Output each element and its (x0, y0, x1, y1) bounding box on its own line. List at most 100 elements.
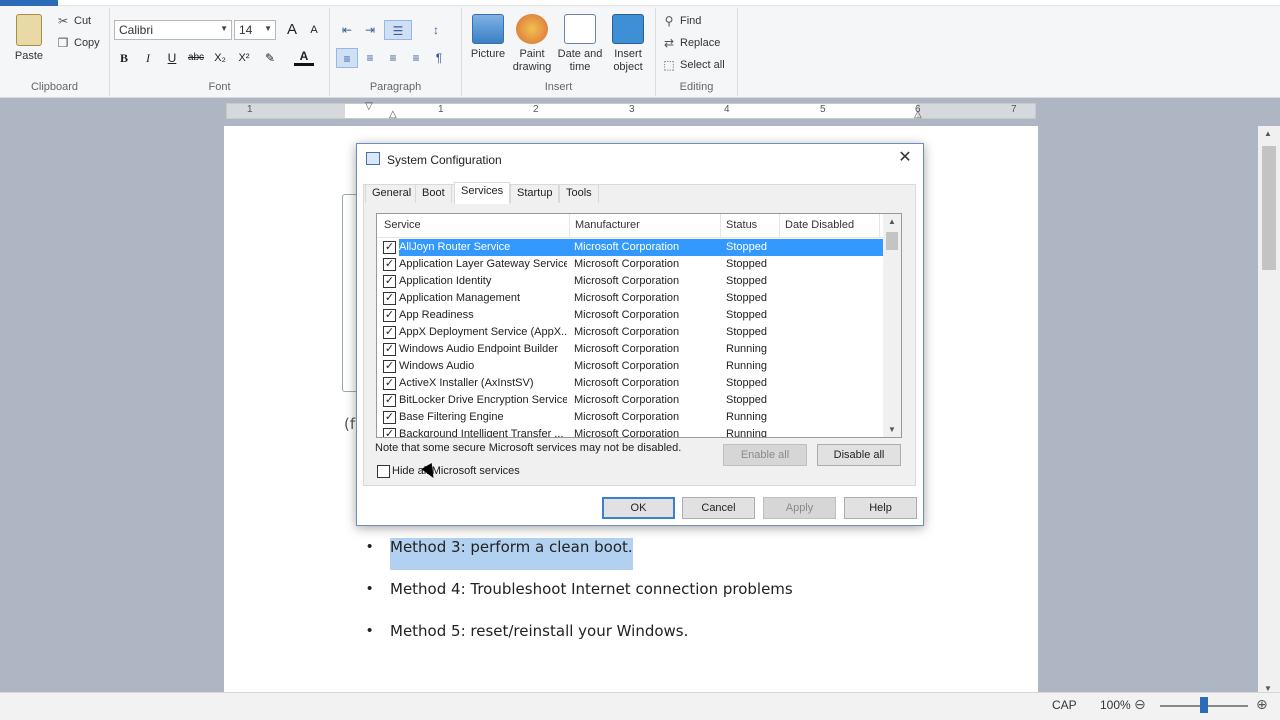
align-center-button[interactable]: ≡ (359, 48, 381, 68)
hide-microsoft-services-label[interactable]: Hide all Microsoft services (392, 465, 520, 477)
bullet-item-3[interactable]: Method 5: reset/reinstall your Windows. (390, 622, 688, 640)
service-checkbox[interactable]: ✓ (383, 258, 396, 271)
table-row[interactable]: ✓ ActiveX Installer (AxInstSV) Microsoft C… (377, 375, 883, 392)
table-row[interactable]: ✓ Windows Audio Microsoft Corporation Runni… (377, 358, 883, 375)
bold-button[interactable]: B (114, 48, 134, 68)
service-checkbox[interactable]: ✓ (383, 326, 396, 339)
ribbon-tab-strip (0, 0, 1280, 6)
bullet-list-icon: ☰ (392, 24, 404, 38)
scroll-thumb[interactable] (886, 232, 898, 250)
table-row[interactable]: ✓ App Readiness Microsoft Corporation Stopp… (377, 307, 883, 324)
table-row[interactable]: ✓ Application Identity Microsoft Corporati… (377, 273, 883, 290)
align-left-button[interactable]: ≡ (336, 48, 358, 68)
service-checkbox[interactable]: ✓ (383, 428, 396, 437)
strikethrough-button[interactable]: abc (186, 48, 206, 68)
hide-microsoft-services-checkbox[interactable] (377, 465, 390, 478)
table-row[interactable]: ✓ AppX Deployment Service (AppX... Microso… (377, 324, 883, 341)
scroll-up-icon[interactable]: ▲ (883, 217, 901, 226)
right-indent-marker[interactable]: △ (914, 109, 922, 120)
service-name: Application Identity (399, 275, 492, 287)
left-indent-marker[interactable]: △ (389, 109, 397, 120)
service-checkbox[interactable]: ✓ (383, 292, 396, 305)
column-separator[interactable] (569, 214, 570, 238)
cut-button[interactable]: ✂ Cut (56, 14, 91, 28)
zoom-out-icon[interactable]: ⊖ (1134, 696, 1146, 713)
underline-button[interactable]: U (162, 48, 182, 68)
column-separator[interactable] (779, 214, 780, 238)
table-row[interactable]: ✓ Windows Audio Endpoint Builder Microsoft… (377, 341, 883, 358)
shrink-font-button[interactable]: A (304, 20, 324, 40)
services-list[interactable]: Service Manufacturer Status Date Disable… (376, 213, 902, 438)
service-checkbox[interactable]: ✓ (383, 241, 396, 254)
help-button[interactable]: Help (844, 497, 917, 519)
column-status[interactable]: Status (726, 219, 757, 231)
select-all-button[interactable]: ⬚ Select all (662, 58, 724, 72)
service-checkbox[interactable]: ✓ (383, 394, 396, 407)
enable-all-button[interactable]: Enable all (723, 444, 807, 466)
font-size-select[interactable]: 14 ▼ (234, 20, 276, 40)
zoom-slider-handle[interactable] (1200, 697, 1208, 713)
cancel-button[interactable]: Cancel (682, 497, 755, 519)
tab-boot[interactable]: Boot (415, 184, 452, 203)
table-row[interactable]: ✓ Base Filtering Engine Microsoft Corporat… (377, 409, 883, 426)
font-family-select[interactable]: Calibri ▼ (114, 20, 232, 40)
scroll-down-icon[interactable]: ▼ (883, 425, 901, 434)
table-row[interactable]: ✓ AllJoyn Router Service Microsoft Corpora… (377, 239, 883, 256)
align-right-button[interactable]: ≡ (382, 48, 404, 68)
font-color-button[interactable]: A (294, 48, 314, 66)
paste-button[interactable]: Paste (6, 14, 52, 63)
picture-button[interactable]: Picture (464, 14, 512, 61)
close-icon[interactable]: ✕ (895, 148, 915, 168)
column-manufacturer[interactable]: Manufacturer (575, 219, 640, 231)
table-row[interactable]: ✓ BitLocker Drive Encryption Service Micro… (377, 392, 883, 409)
table-row[interactable]: ✓ Application Management Microsoft Corpora… (377, 290, 883, 307)
service-checkbox[interactable]: ✓ (383, 377, 396, 390)
column-service[interactable]: Service (384, 219, 421, 231)
superscript-button[interactable]: X² (234, 48, 254, 68)
bullet-item-2[interactable]: Method 4: Troubleshoot Internet connecti… (390, 580, 793, 598)
grow-font-button[interactable]: A (282, 20, 302, 40)
service-checkbox[interactable]: ✓ (383, 309, 396, 322)
bullet-item-1[interactable]: Method 3: perform a clean boot. (390, 529, 633, 575)
column-separator[interactable] (879, 214, 880, 238)
decrease-indent-button[interactable]: ⇤ (336, 20, 358, 40)
service-checkbox[interactable]: ✓ (383, 343, 396, 356)
table-row[interactable]: ✓ Application Layer Gateway Service Micros… (377, 256, 883, 273)
first-line-indent-marker[interactable]: ▽ (365, 101, 373, 112)
tab-services[interactable]: Services (454, 182, 511, 204)
tab-tools[interactable]: Tools (559, 184, 599, 203)
date-time-button[interactable]: Date and time (556, 14, 604, 74)
column-date-disabled[interactable]: Date Disabled (785, 219, 854, 231)
table-row[interactable]: ✓ Background Intelligent Transfer ... Micr… (377, 426, 883, 437)
apply-button[interactable]: Apply (763, 497, 836, 519)
scroll-up-icon[interactable]: ▲ (1264, 129, 1272, 138)
service-checkbox[interactable]: ✓ (383, 360, 396, 373)
ok-button[interactable]: OK (602, 497, 675, 519)
paragraph-button[interactable]: ¶ (428, 48, 450, 68)
copy-button[interactable]: ❐ Copy (56, 36, 100, 50)
ruler[interactable]: 1 1 2 3 4 5 6 7 ▽ △ △ (226, 101, 1036, 120)
increase-indent-button[interactable]: ⇥ (359, 20, 381, 40)
zoom-in-icon[interactable]: ⊕ (1256, 696, 1268, 713)
bullets-button[interactable]: ☰ (384, 20, 412, 40)
highlight-button[interactable]: ✎ (260, 48, 280, 68)
subscript-button[interactable]: X₂ (210, 48, 230, 68)
insert-object-button[interactable]: Insert object (604, 14, 652, 74)
service-checkbox[interactable]: ✓ (383, 411, 396, 424)
tab-startup[interactable]: Startup (510, 184, 560, 203)
italic-button[interactable]: I (138, 48, 158, 68)
service-checkbox[interactable]: ✓ (383, 275, 396, 288)
justify-button[interactable]: ≡ (405, 48, 427, 68)
disable-all-button[interactable]: Disable all (817, 444, 901, 466)
paint-drawing-button[interactable]: Paint drawing (508, 14, 556, 74)
line-spacing-button[interactable]: ↕ (422, 20, 450, 40)
tab-general[interactable]: General (365, 184, 419, 203)
column-separator[interactable] (720, 214, 721, 238)
find-button[interactable]: ⚲ Find (662, 14, 702, 28)
document-scrollbar[interactable]: ▲ ▼ (1258, 126, 1280, 696)
list-scrollbar[interactable]: ▲ ▼ (883, 214, 901, 437)
scroll-thumb[interactable] (1262, 146, 1276, 270)
file-tab[interactable] (0, 0, 58, 6)
service-manufacturer: Microsoft Corporation (574, 309, 680, 321)
replace-button[interactable]: ⇄ Replace (662, 36, 720, 50)
